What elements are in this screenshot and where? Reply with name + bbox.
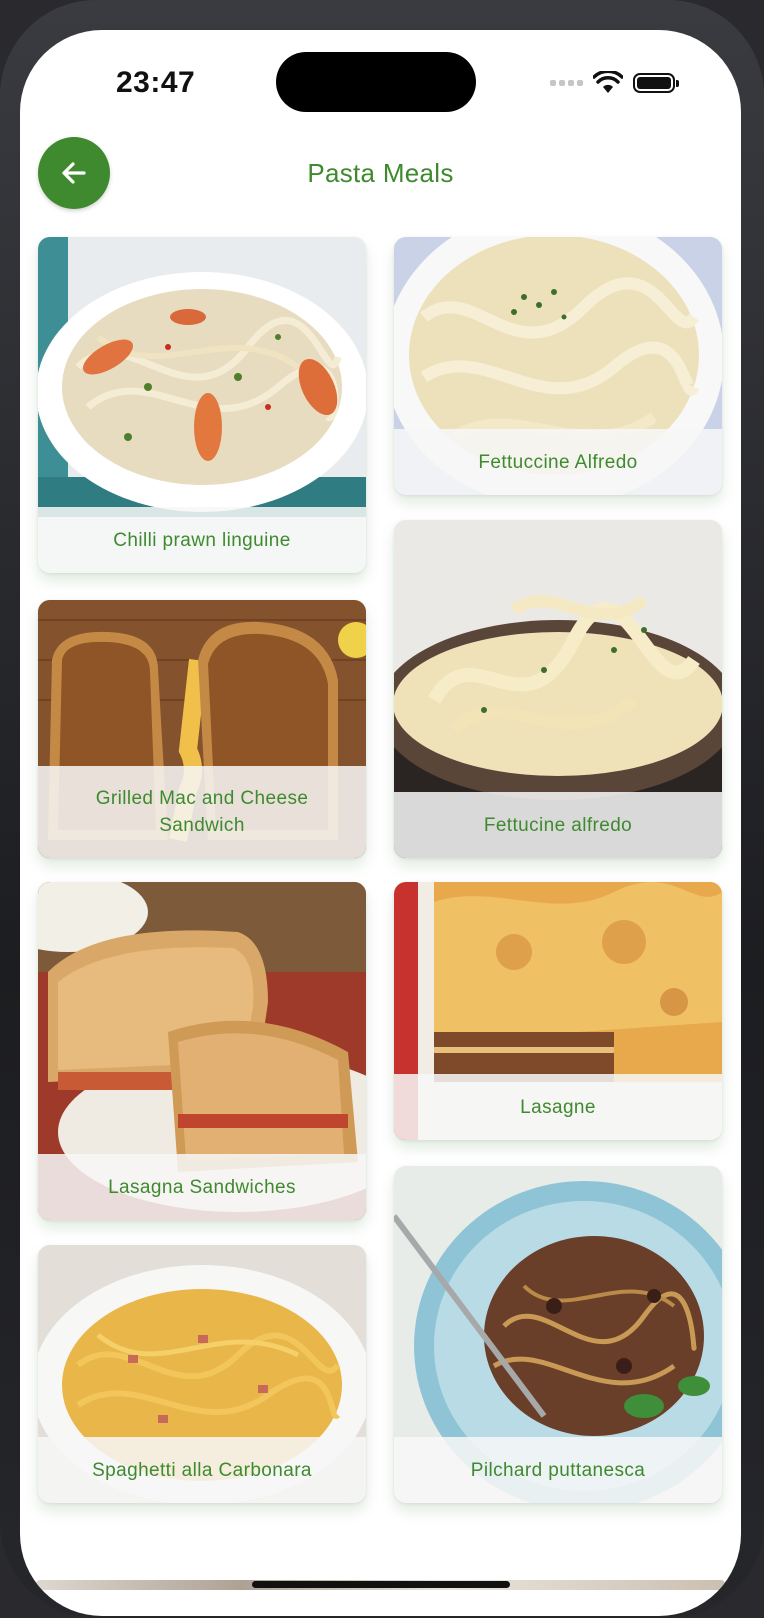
meal-card-grilled-mac-and-cheese-sandwich[interactable]: Grilled Mac and Cheese Sandwich bbox=[38, 600, 366, 858]
meal-card-spaghetti-alla-carbonara[interactable]: Spaghetti alla Carbonara bbox=[38, 1245, 366, 1503]
home-indicator[interactable] bbox=[252, 1581, 510, 1588]
meal-name: Lasagne bbox=[394, 1074, 722, 1140]
meal-name: Fettucine alfredo bbox=[394, 792, 722, 858]
meal-name: Spaghetti alla Carbonara bbox=[38, 1437, 366, 1503]
meal-card-lasagna-sandwiches[interactable]: Lasagna Sandwiches bbox=[38, 882, 366, 1220]
meal-card-lasagne[interactable]: Lasagne bbox=[394, 882, 722, 1140]
meal-name: Pilchard puttanesca bbox=[394, 1437, 722, 1503]
meal-name: Lasagna Sandwiches bbox=[38, 1154, 366, 1220]
meal-name: Fettuccine Alfredo bbox=[394, 429, 722, 495]
meal-card-chilli-prawn-linguine[interactable]: Chilli prawn linguine bbox=[38, 237, 366, 573]
screen: 23:47 Pasta Meals Chilli prawn linguine … bbox=[20, 30, 741, 1616]
meal-name: Chilli prawn linguine bbox=[38, 507, 366, 573]
meal-card-fettucine-alfredo[interactable]: Fettucine alfredo bbox=[394, 520, 722, 858]
meal-card-pilchard-puttanesca[interactable]: Pilchard puttanesca bbox=[394, 1166, 722, 1503]
meal-name: Grilled Mac and Cheese Sandwich bbox=[38, 766, 366, 858]
meal-card-fettuccine-alfredo[interactable]: Fettuccine Alfredo bbox=[394, 237, 722, 495]
meal-grid: Chilli prawn linguine Fettuccine Alfredo bbox=[20, 30, 741, 1616]
